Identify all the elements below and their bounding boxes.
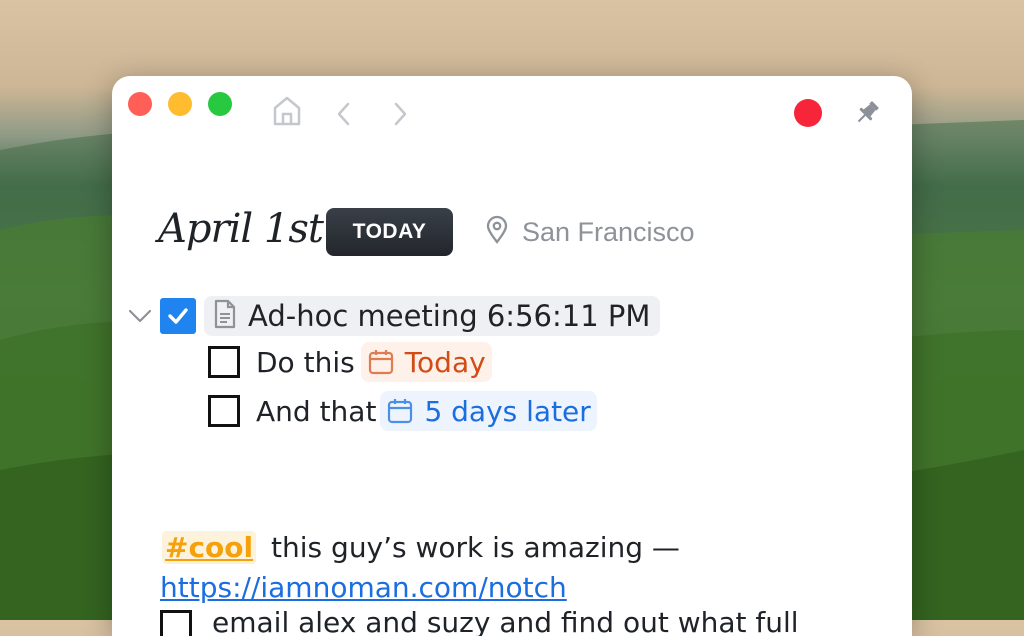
location-label: San Francisco xyxy=(522,216,695,247)
subtask-label: And that xyxy=(256,394,377,428)
subtask-row: And that 5 days later xyxy=(256,391,597,431)
app-window: April 1st TODAY San Francisco Ad-hoc mee… xyxy=(112,76,912,636)
zoom-button[interactable] xyxy=(208,92,232,116)
note-link[interactable]: https://iamnoman.com/notch xyxy=(160,571,567,604)
home-icon[interactable] xyxy=(272,94,302,132)
date-label: 5 days later xyxy=(424,394,591,428)
record-button[interactable] xyxy=(794,99,822,127)
subtask-checkbox[interactable] xyxy=(208,395,240,427)
today-button[interactable]: TODAY xyxy=(326,208,453,256)
location[interactable]: San Francisco xyxy=(484,214,695,250)
calendar-icon xyxy=(368,350,393,375)
note-text: this guy’s work is amazing — xyxy=(271,531,680,564)
minimize-button[interactable] xyxy=(168,92,192,116)
checkmark-icon xyxy=(168,308,188,324)
collapse-chevron-icon[interactable] xyxy=(128,306,152,330)
location-pin-icon xyxy=(484,215,510,249)
task-label: email alex and suzy and find out what fu… xyxy=(212,606,799,636)
date-chip-today[interactable]: Today xyxy=(360,342,492,382)
calendar-icon xyxy=(388,399,413,424)
date-label: Today xyxy=(404,345,486,379)
task-label: Ad-hoc meeting 6:56:11 PM xyxy=(248,299,651,333)
chevron-right-icon[interactable] xyxy=(390,102,410,130)
chevron-left-icon[interactable] xyxy=(334,102,354,130)
pin-icon[interactable] xyxy=(852,98,882,132)
hashtag[interactable]: #cool xyxy=(162,531,257,564)
document-icon xyxy=(212,299,238,333)
subtask-row: Do this Today xyxy=(256,342,492,382)
subtask-label: Do this xyxy=(256,345,355,379)
task-item-parent[interactable]: Ad-hoc meeting 6:56:11 PM xyxy=(204,296,661,336)
close-button[interactable] xyxy=(128,92,152,116)
subtask-checkbox[interactable] xyxy=(208,346,240,378)
page-title: April 1st xyxy=(158,206,324,252)
date-chip-later[interactable]: 5 days later xyxy=(380,391,597,431)
note-paragraph: #cool this guy’s work is amazing — xyxy=(162,531,680,564)
task-checkbox-checked[interactable] xyxy=(160,298,196,334)
task-checkbox[interactable] xyxy=(160,610,192,636)
